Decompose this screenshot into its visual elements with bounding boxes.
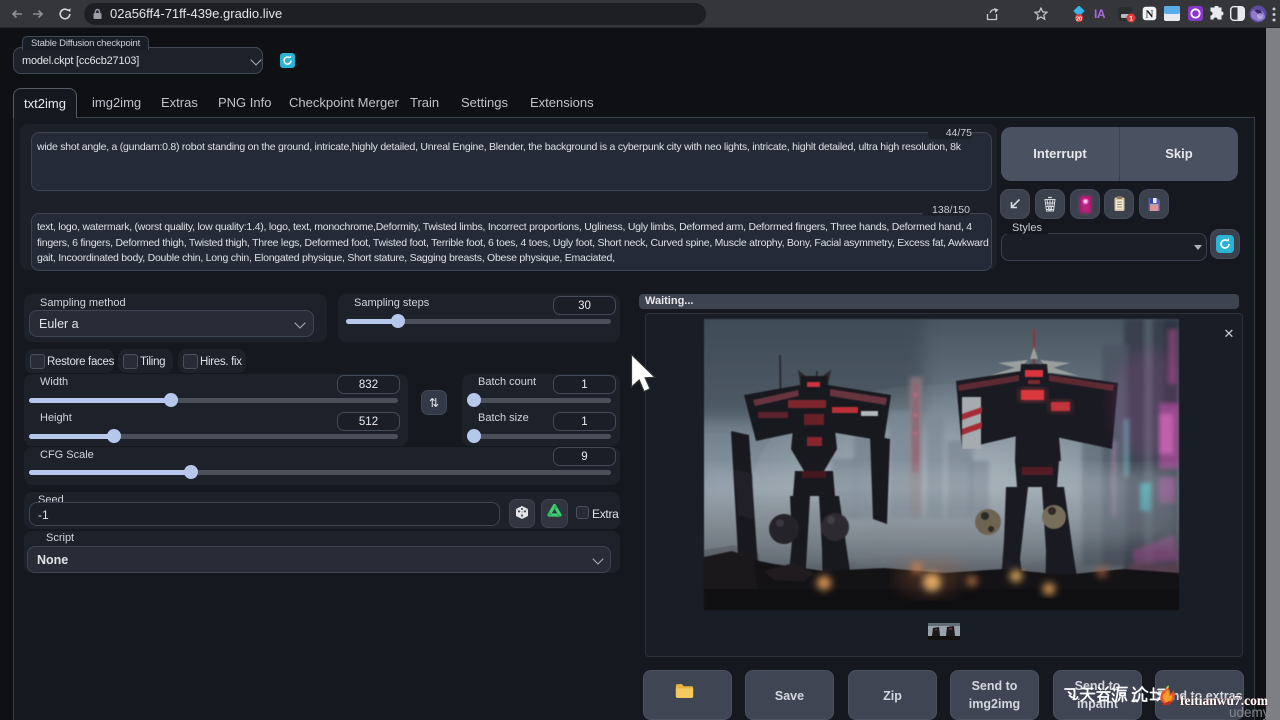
svg-text:20: 20 [1076, 17, 1082, 23]
svg-text:udemy: udemy [1229, 705, 1270, 720]
svg-text:1: 1 [1129, 16, 1133, 23]
svg-text:N: N [1146, 9, 1154, 21]
